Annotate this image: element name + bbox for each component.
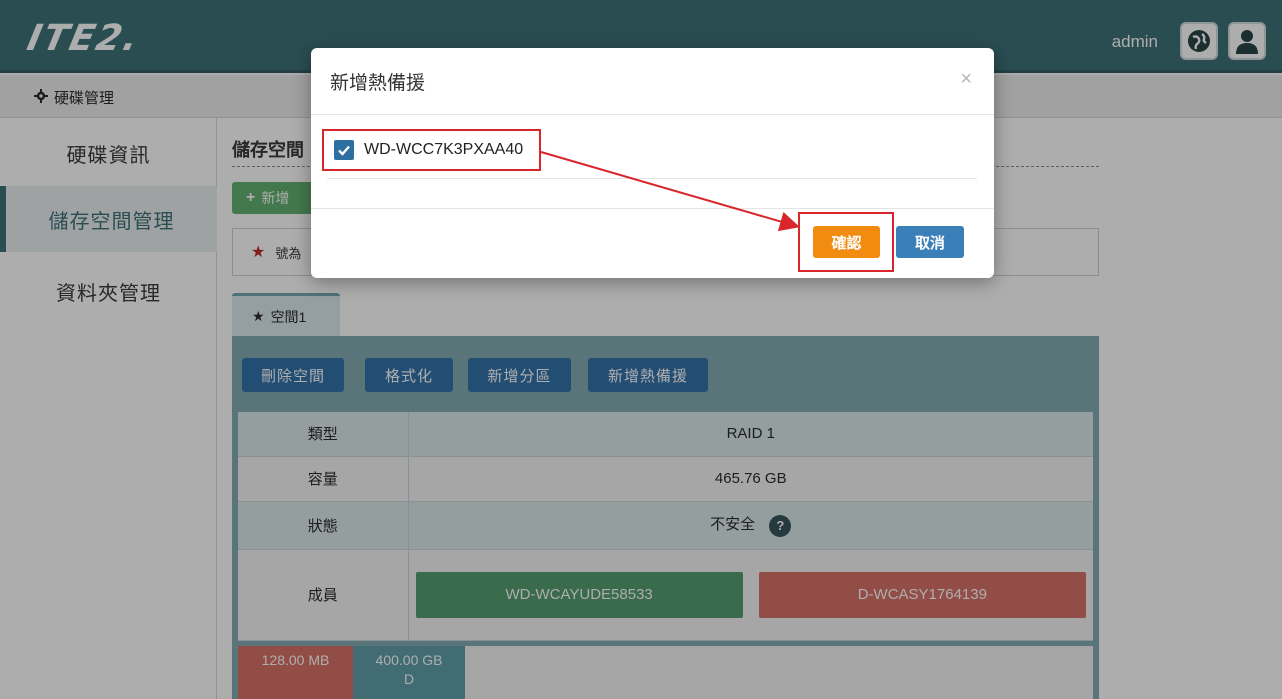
divider xyxy=(327,178,977,179)
divider xyxy=(311,114,994,115)
checkbox[interactable] xyxy=(334,140,354,160)
confirm-button[interactable]: 確認 xyxy=(813,226,880,258)
add-hot-spare-dialog: 新增熱備援 × WD-WCC7K3PXAA40 確認 取消 xyxy=(311,48,994,278)
cancel-button[interactable]: 取消 xyxy=(896,226,964,258)
disk-option[interactable]: WD-WCC7K3PXAA40 xyxy=(322,129,541,171)
close-icon[interactable]: × xyxy=(960,68,972,91)
disk-label: WD-WCC7K3PXAA40 xyxy=(364,141,524,158)
divider xyxy=(311,208,994,209)
dialog-title: 新增熱備援 xyxy=(330,73,426,94)
